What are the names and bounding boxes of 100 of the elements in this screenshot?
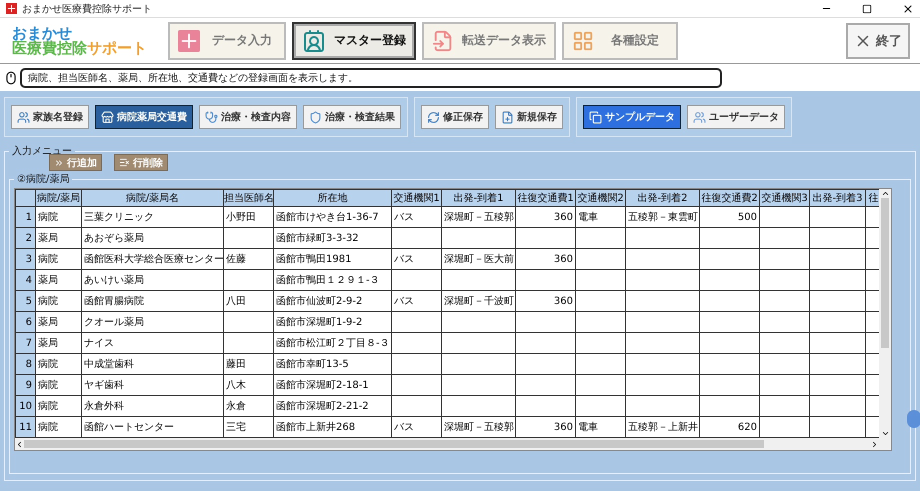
hint-message: 病院、担当医師名、薬局、所在地、交通費などの登録画面を表示します。 bbox=[20, 68, 722, 88]
nav-tab[interactable]: 転送データ表示 bbox=[422, 22, 556, 60]
nav-tab[interactable]: マスター登録 bbox=[292, 22, 416, 60]
table-cell: 薬局 bbox=[36, 270, 82, 290]
row-number: 10 bbox=[16, 396, 36, 416]
master-tab[interactable]: 家族名登録 bbox=[11, 105, 89, 129]
table-cell: 函館市鴨田１２９１-３ bbox=[274, 270, 392, 290]
table-cell: ナイス bbox=[82, 332, 224, 354]
row-number: 9 bbox=[16, 374, 36, 396]
table-cell: バス bbox=[392, 290, 442, 312]
save-button[interactable]: 修正保存 bbox=[421, 105, 489, 129]
table-cell: 360 bbox=[516, 248, 576, 270]
table-cell: 函館市深堀町2-21-2 bbox=[274, 396, 392, 416]
save-button[interactable]: 新規保存 bbox=[495, 105, 563, 129]
row-number: 2 bbox=[16, 228, 36, 248]
column-header: 交通機関2 bbox=[576, 190, 626, 206]
column-header: 往復交通費2 bbox=[700, 190, 760, 206]
row-number: 4 bbox=[16, 270, 36, 290]
table-cell: 永倉 bbox=[224, 396, 274, 416]
exit-button[interactable]: 終了 bbox=[846, 22, 910, 58]
data-tab[interactable]: ユーザーデータ bbox=[687, 105, 785, 129]
table-cell: あいけい薬局 bbox=[82, 270, 224, 290]
people-icon bbox=[17, 110, 30, 124]
column-header: 交通機関3 bbox=[760, 190, 810, 206]
scroll-right-icon bbox=[870, 440, 879, 448]
table-cell: 薬局 bbox=[36, 332, 82, 354]
table-cell: 病院 bbox=[36, 206, 82, 228]
table-cell: 函館市けやき台1-36-7 bbox=[274, 206, 392, 228]
table-cell: 函館市仙波町2-9-2 bbox=[274, 290, 392, 312]
table-cell: 深堀町－五稜郭 bbox=[442, 206, 516, 228]
column-header: 病院/薬局 bbox=[36, 190, 82, 206]
scroll-left-icon bbox=[15, 440, 24, 448]
table-cell: 中成堂歯科 bbox=[82, 354, 224, 374]
table-cell: 薬局 bbox=[36, 228, 82, 248]
table-cell: 深堀町－千波町 bbox=[442, 290, 516, 312]
table-cell: バス bbox=[392, 248, 442, 270]
table-cell: 病院 bbox=[36, 248, 82, 270]
table-cell: 藤田 bbox=[224, 354, 274, 374]
table-cell: 病院 bbox=[36, 354, 82, 374]
column-header: 出発-到着3 bbox=[810, 190, 866, 206]
row-number: 6 bbox=[16, 312, 36, 332]
master-tab[interactable]: 病院薬局交通費 bbox=[95, 105, 193, 129]
document-plus-icon bbox=[501, 110, 514, 124]
corner-header bbox=[16, 190, 36, 206]
table-cell: バス bbox=[392, 206, 442, 228]
column-header: 病院/薬局名 bbox=[82, 190, 224, 206]
column-header: 出発-到着2 bbox=[626, 190, 700, 206]
row-number: 3 bbox=[16, 248, 36, 270]
table-cell: 函館市幸町13-5 bbox=[274, 354, 392, 374]
table-cell: 五稜郭－東雲町 bbox=[626, 206, 700, 228]
side-handle[interactable] bbox=[907, 410, 920, 428]
master-tab[interactable]: 治療・検査内容 bbox=[199, 105, 297, 129]
table-cell: 病院 bbox=[36, 290, 82, 312]
table-cell: 函館市松江町２丁目８-３ bbox=[274, 332, 392, 354]
table-cell: 薬局 bbox=[36, 312, 82, 332]
row-number: 1 bbox=[16, 206, 36, 228]
logo-text: 医療費控除 bbox=[12, 40, 87, 56]
grid-icon bbox=[572, 30, 594, 52]
table-cell: 500 bbox=[700, 206, 760, 228]
row-number: 5 bbox=[16, 290, 36, 312]
app-icon bbox=[6, 3, 17, 14]
master-tab[interactable]: 治療・検査結果 bbox=[303, 105, 401, 129]
table-cell: 病院 bbox=[36, 374, 82, 396]
add-row-icon bbox=[54, 158, 64, 168]
table-cell: 佐藤 bbox=[224, 248, 274, 270]
table-cell: 三葉クリニック bbox=[82, 206, 224, 228]
column-header: 所在地 bbox=[274, 190, 392, 206]
refresh-icon bbox=[427, 110, 440, 124]
row-number: 11 bbox=[16, 416, 36, 438]
people-icon bbox=[693, 110, 706, 124]
id-badge-icon bbox=[302, 28, 326, 52]
scroll-up-icon bbox=[880, 189, 890, 198]
shield-icon bbox=[309, 110, 322, 124]
stethoscope-icon bbox=[205, 110, 218, 124]
close-icon[interactable] bbox=[902, 2, 914, 14]
maximize-icon[interactable] bbox=[862, 4, 872, 14]
table-cell: 函館市鴨田1981 bbox=[274, 248, 392, 270]
table-cell: クオール薬局 bbox=[82, 312, 224, 332]
table-cell: 函館胃腸病院 bbox=[82, 290, 224, 312]
vertical-scrollbar[interactable] bbox=[879, 189, 891, 438]
table-cell: 八田 bbox=[224, 290, 274, 312]
data-tab[interactable]: サンプルデータ bbox=[583, 105, 681, 129]
table-cell: 函館市深堀町2-18-1 bbox=[274, 374, 392, 396]
window-title: おまかせ医療費控除サポート bbox=[22, 2, 153, 16]
table-cell: 360 bbox=[516, 206, 576, 228]
horizontal-scrollbar[interactable] bbox=[15, 438, 891, 450]
documents-icon bbox=[589, 110, 602, 124]
table-cell: 深堀町－医大前 bbox=[442, 248, 516, 270]
table-cell: 小野田 bbox=[224, 206, 274, 228]
table-cell: 病院 bbox=[36, 396, 82, 416]
table-cell: 函館市緑町3-3-32 bbox=[274, 228, 392, 248]
table-cell: 永倉外科 bbox=[82, 396, 224, 416]
document-arrow-icon bbox=[432, 30, 454, 52]
delete-row-icon bbox=[119, 157, 130, 168]
plus-icon bbox=[178, 30, 200, 52]
table-cell: あおぞら薬局 bbox=[82, 228, 224, 248]
column-header: 交通機関1 bbox=[392, 190, 442, 206]
nav-tab[interactable]: 各種設定 bbox=[562, 22, 678, 60]
logo-text: サポート bbox=[87, 40, 147, 56]
nav-tab[interactable]: データ入力 bbox=[168, 22, 286, 60]
